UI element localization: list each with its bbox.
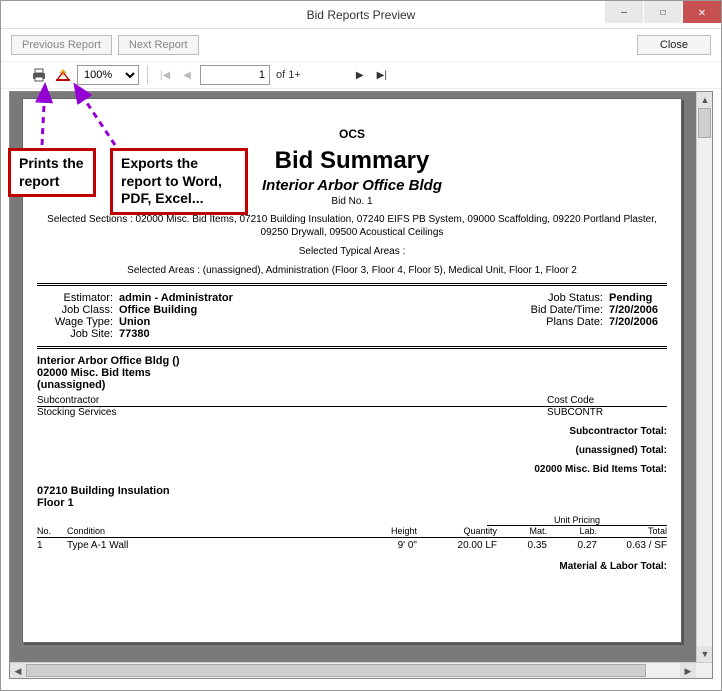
area-1-title: (unassigned): [37, 379, 667, 391]
jobsite-value: 77380: [119, 328, 150, 340]
previous-report-button[interactable]: Previous Report: [11, 35, 112, 55]
col-condition: Condition: [67, 526, 357, 536]
scroll-left-button[interactable]: ◀: [10, 663, 26, 679]
jobclass-label: Job Class:: [41, 304, 119, 316]
col-total: Total: [597, 526, 667, 536]
scroll-up-button[interactable]: ▲: [697, 92, 713, 108]
window-controls: — ☐ ✕: [604, 1, 721, 28]
window-minimize-button[interactable]: —: [605, 1, 643, 23]
jobstatus-value: Pending: [609, 292, 663, 304]
annotation-print: Prints the report: [8, 148, 96, 197]
costcode-header: Cost Code: [547, 395, 667, 406]
report-toolbar: 100% |◀ ◀ of 1+ ▶ ▶|: [1, 61, 721, 89]
table-row: 1 Type A-1 Wall 9' 0" 20.00 LF 0.35 0.27…: [37, 538, 667, 551]
floor-title: Floor 1: [37, 497, 667, 509]
next-report-button[interactable]: Next Report: [118, 35, 199, 55]
wagetype-label: Wage Type:: [41, 316, 119, 328]
report-selected-sections: Selected Sections : 02000 Misc. Bid Item…: [37, 213, 667, 239]
vertical-scrollbar[interactable]: ▲ ▼: [696, 92, 712, 662]
prev-page-button[interactable]: ◀: [178, 66, 196, 84]
cell-mat: 0.35: [497, 540, 547, 551]
jobsite-label: Job Site:: [41, 328, 119, 340]
close-button[interactable]: Close: [637, 35, 711, 55]
subcontractor-header: Subcontractor: [37, 395, 547, 406]
window-title: Bid Reports Preview: [307, 8, 416, 22]
unassigned-total-label: (unassigned) Total:: [37, 445, 667, 456]
window-close-button[interactable]: ✕: [683, 1, 721, 23]
unit-pricing-header: Unit Pricing: [487, 515, 667, 526]
cell-lab: 0.27: [547, 540, 597, 551]
window-maximize-button[interactable]: ☐: [644, 1, 682, 23]
jobstatus-label: Job Status:: [548, 292, 609, 304]
cell-height: 9' 0": [357, 540, 417, 551]
vertical-scroll-thumb[interactable]: [698, 108, 711, 138]
col-height: Height: [357, 526, 417, 536]
col-mat: Mat.: [497, 526, 547, 536]
horizontal-scroll-thumb[interactable]: [26, 664, 646, 677]
col-quantity: Quantity: [417, 526, 497, 536]
section1-total-label: 02000 Misc. Bid Items Total:: [37, 464, 667, 475]
subcontractor-value: Stocking Services: [37, 407, 547, 418]
toolbar-separator: [147, 66, 148, 84]
cell-total: 0.63 / SF: [597, 540, 667, 551]
section-1-title: 02000 Misc. Bid Items: [37, 367, 667, 379]
report-divider-top: [37, 283, 667, 286]
next-page-button[interactable]: ▶: [351, 66, 369, 84]
cell-condition: Type A-1 Wall: [67, 540, 357, 551]
cell-quantity: 20.00 LF: [417, 540, 497, 551]
zoom-select[interactable]: 100%: [77, 65, 139, 85]
report-org: OCS: [37, 127, 667, 141]
biddate-value: 7/20/2006: [609, 304, 663, 316]
section-2-title: 07210 Building Insulation: [37, 485, 667, 497]
scroll-right-button[interactable]: ▶: [680, 663, 696, 679]
table-header: No. Condition Height Quantity Mat. Lab. …: [37, 526, 667, 538]
page-of-label: of 1+: [276, 69, 301, 81]
nav-button-row: Previous Report Next Report Close: [1, 29, 721, 61]
cell-no: 1: [37, 540, 67, 551]
plansdate-value: 7/20/2006: [609, 316, 663, 328]
report-divider-meta: [37, 346, 667, 349]
first-page-button[interactable]: |◀: [156, 66, 174, 84]
estimator-value: admin - Administrator: [119, 292, 233, 304]
plansdate-label: Plans Date:: [546, 316, 609, 328]
material-labor-total-label: Material & Labor Total:: [37, 561, 667, 572]
scroll-down-button[interactable]: ▼: [697, 646, 713, 662]
col-lab: Lab.: [547, 526, 597, 536]
col-no: No.: [37, 526, 67, 536]
subcontractor-total-label: Subcontractor Total:: [37, 426, 667, 437]
costcode-value: SUBCONTR: [547, 407, 667, 418]
jobclass-value: Office Building: [119, 304, 197, 316]
last-page-button[interactable]: ▶|: [373, 66, 391, 84]
annotation-export: Exports the report to Word, PDF, Excel..…: [110, 148, 248, 215]
export-icon[interactable]: [53, 65, 73, 85]
wagetype-value: Union: [119, 316, 150, 328]
report-meta-block: Estimator:admin - Administrator Job Clas…: [37, 292, 667, 340]
estimator-label: Estimator:: [41, 292, 119, 304]
print-icon[interactable]: [29, 65, 49, 85]
project-line: Interior Arbor Office Bldg (): [37, 355, 667, 367]
window-titlebar: Bid Reports Preview — ☐ ✕: [1, 1, 721, 29]
report-selected-typical: Selected Typical Areas :: [37, 245, 667, 258]
report-selected-areas: Selected Areas : (unassigned), Administr…: [37, 264, 667, 277]
page-number-input[interactable]: [200, 65, 270, 85]
biddate-label: Bid Date/Time:: [531, 304, 609, 316]
horizontal-scrollbar[interactable]: ◀ ▶: [10, 662, 712, 678]
